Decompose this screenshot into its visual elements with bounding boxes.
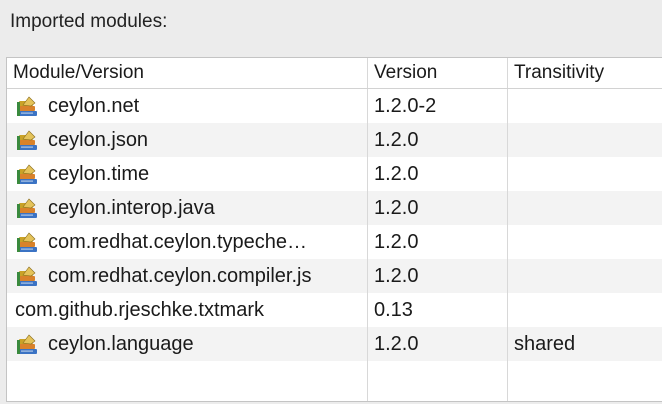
- version-cell: 1.2.0: [368, 191, 508, 225]
- module-name: com.redhat.ceylon.compiler.js: [48, 265, 312, 287]
- module-cell: ceylon.net: [7, 89, 368, 123]
- module-cell: ceylon.time: [7, 157, 368, 191]
- version-cell: 0.13: [368, 293, 508, 327]
- module-name: ceylon.time: [48, 163, 150, 185]
- module-name: ceylon.language: [48, 333, 194, 355]
- empty-table-area: [7, 361, 662, 401]
- version-cell: 1.2.0: [368, 327, 508, 361]
- module-cell: ceylon.json: [7, 123, 368, 157]
- table-row[interactable]: ceylon.net 1.2.0-2: [7, 89, 662, 123]
- modules-table[interactable]: Module/Version Version Transitivity ceyl…: [6, 57, 662, 402]
- section-title: Imported modules:: [10, 11, 168, 32]
- module-name: ceylon.json: [48, 129, 149, 151]
- table-header: Module/Version Version Transitivity: [7, 58, 662, 89]
- version-cell: 1.2.0: [368, 157, 508, 191]
- table-row[interactable]: ceylon.time 1.2.0: [7, 157, 662, 191]
- table-row[interactable]: ceylon.json 1.2.0: [7, 123, 662, 157]
- column-header-transitivity[interactable]: Transitivity: [508, 58, 662, 88]
- module-cell: ceylon.interop.java: [7, 191, 368, 225]
- module-jar-icon: [16, 198, 38, 219]
- version-cell: 1.2.0: [368, 123, 508, 157]
- module-jar-icon: [16, 164, 38, 185]
- module-cell: ceylon.language: [7, 327, 368, 361]
- column-header-version[interactable]: Version: [368, 58, 508, 88]
- transitivity-cell: [508, 157, 662, 191]
- table-row[interactable]: com.redhat.ceylon.compiler.js 1.2.0: [7, 259, 662, 293]
- module-jar-icon: [16, 266, 38, 287]
- table-row[interactable]: com.github.rjeschke.txtmark 0.13: [7, 293, 662, 327]
- empty-cell: [508, 361, 662, 401]
- table-body: ceylon.net 1.2.0-2 ceylon.json 1.2.0 cey…: [7, 89, 662, 401]
- table-row[interactable]: com.redhat.ceylon.typeche… 1.2.0: [7, 225, 662, 259]
- module-cell: com.redhat.ceylon.typeche…: [7, 225, 368, 259]
- imported-modules-panel: Imported modules: Module/Version Version…: [0, 0, 662, 404]
- column-header-module[interactable]: Module/Version: [7, 58, 368, 88]
- transitivity-cell: [508, 123, 662, 157]
- version-cell: 1.2.0: [368, 259, 508, 293]
- table-row[interactable]: ceylon.language 1.2.0 shared: [7, 327, 662, 361]
- empty-cell: [7, 361, 368, 401]
- transitivity-cell: [508, 225, 662, 259]
- module-jar-icon: [16, 96, 38, 117]
- module-name: ceylon.interop.java: [48, 197, 215, 219]
- transitivity-cell: [508, 89, 662, 123]
- version-cell: 1.2.0: [368, 225, 508, 259]
- module-jar-icon: [16, 130, 38, 151]
- module-name: ceylon.net: [48, 95, 140, 117]
- module-cell: com.redhat.ceylon.compiler.js: [7, 259, 368, 293]
- version-cell: 1.2.0-2: [368, 89, 508, 123]
- transitivity-cell: [508, 191, 662, 225]
- empty-cell: [368, 361, 508, 401]
- table-row[interactable]: ceylon.interop.java 1.2.0: [7, 191, 662, 225]
- transitivity-cell: [508, 259, 662, 293]
- module-name: com.redhat.ceylon.typeche…: [48, 231, 308, 253]
- transitivity-cell: [508, 293, 662, 327]
- transitivity-cell: shared: [508, 327, 662, 361]
- module-cell: com.github.rjeschke.txtmark: [7, 293, 368, 327]
- module-jar-icon: [16, 334, 38, 355]
- module-name: com.github.rjeschke.txtmark: [15, 299, 264, 321]
- module-jar-icon: [16, 232, 38, 253]
